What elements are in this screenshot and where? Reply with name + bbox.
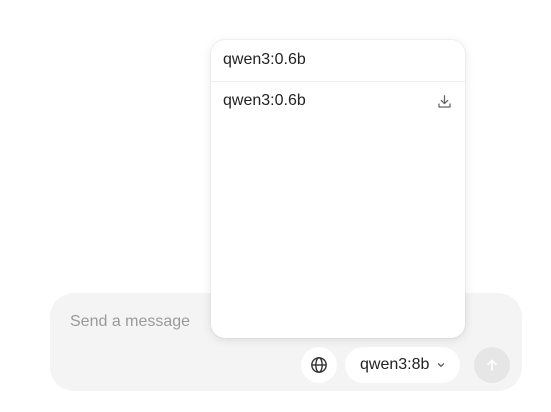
send-button[interactable] bbox=[474, 347, 510, 383]
arrow-up-icon bbox=[484, 357, 500, 373]
model-selector-button[interactable]: qwen3:8b bbox=[345, 347, 461, 383]
globe-icon bbox=[310, 356, 328, 374]
model-dropdown: qwen3:0.6b bbox=[211, 40, 465, 338]
model-option-item[interactable]: qwen3:0.6b bbox=[211, 88, 465, 114]
model-selector-label: qwen3:8b bbox=[360, 356, 430, 373]
chevron-down-icon bbox=[436, 360, 446, 370]
model-option-label: qwen3:0.6b bbox=[223, 92, 306, 109]
download-icon[interactable] bbox=[436, 93, 452, 109]
chat-page: qwen3:8b qwen3:0.6b bbox=[0, 0, 551, 412]
web-search-button[interactable] bbox=[301, 347, 337, 383]
model-search-input[interactable] bbox=[223, 48, 453, 72]
dropdown-divider bbox=[211, 81, 465, 82]
